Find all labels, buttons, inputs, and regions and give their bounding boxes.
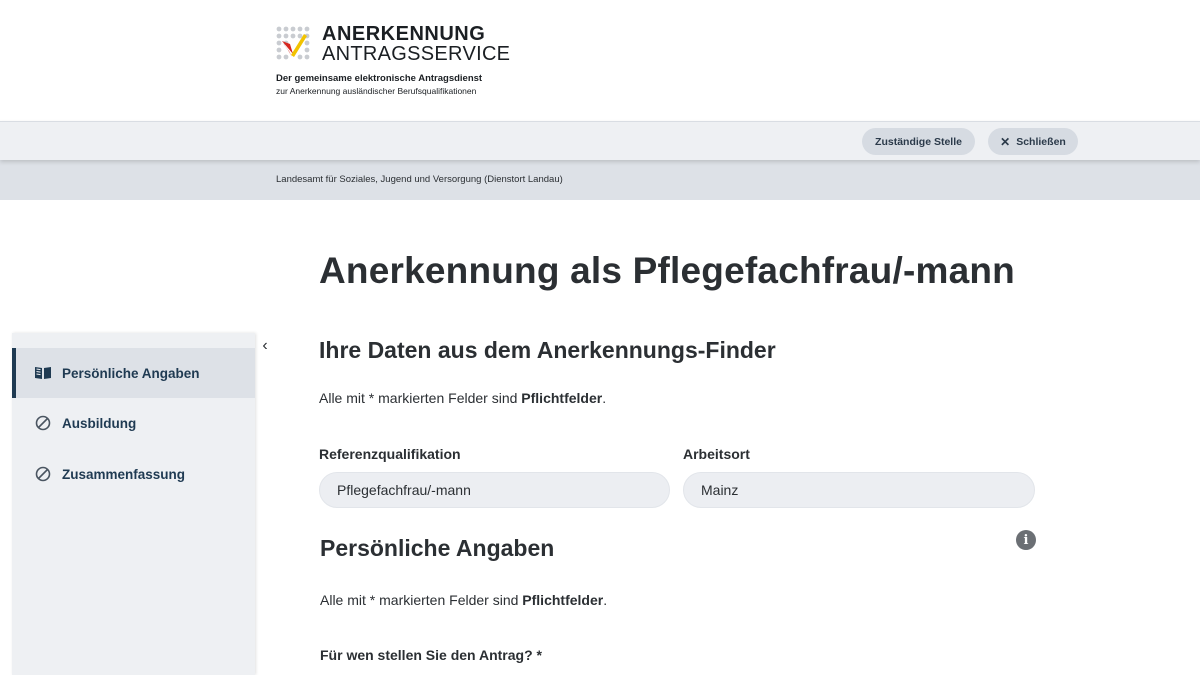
note-bold: Pflichtfelder <box>521 390 603 406</box>
close-icon: ✕ <box>1000 134 1011 149</box>
sidebar-item-label: Persönliche Angaben <box>62 365 200 381</box>
workplace-label: Arbeitsort <box>683 446 750 462</box>
authority-name: Landesamt für Soziales, Jugend und Verso… <box>276 174 563 185</box>
applicant-question-label: Für wen stellen Sie den Antrag? * <box>320 647 542 663</box>
workplace-field[interactable]: Mainz <box>683 472 1035 508</box>
page-title: Anerkennung als Pflegefachfrau/-mann <box>319 250 1015 291</box>
open-book-icon <box>34 365 52 381</box>
close-button-label: Schließen <box>1016 135 1066 148</box>
reference-qualification-label: Referenzqualifikation <box>319 446 461 462</box>
close-button[interactable]: ✕ Schließen <box>988 128 1078 155</box>
finder-section-heading: Ihre Daten aus dem Anerkennungs-Finder <box>319 337 776 363</box>
sidebar-item-persoenliche-angaben[interactable]: Persönliche Angaben <box>12 348 255 398</box>
logo-tagline: Der gemeinsame elektronische Antragsdien… <box>276 73 483 84</box>
note-bold: Pflichtfelder <box>522 592 604 608</box>
logo-check-mark-icon <box>276 26 310 60</box>
reference-qualification-value: Pflegefachfrau/-mann <box>337 482 471 498</box>
top-toolbar: Zuständige Stelle ✕ Schließen <box>0 121 1200 160</box>
sidebar-item-label: Ausbildung <box>62 415 137 431</box>
authority-button[interactable]: Zuständige Stelle <box>862 128 975 155</box>
note-prefix: Alle mit * markierten Felder sind <box>320 592 523 608</box>
not-started-icon <box>34 466 52 482</box>
sidebar-item-label: Zusammenfassung <box>62 466 186 482</box>
not-started-icon <box>34 415 52 431</box>
logo-title-line2: ANTRAGSSERVICE <box>322 43 511 65</box>
note-suffix: . <box>602 390 607 406</box>
required-fields-note: Alle mit * markierten Felder sind Pflich… <box>319 390 606 406</box>
note-prefix: Alle mit * markierten Felder sind <box>319 390 522 406</box>
info-icon[interactable]: i <box>1016 530 1036 550</box>
logo-subtagline: zur Anerkennung ausländischer Berufsqual… <box>276 86 477 96</box>
authority-button-label: Zuständige Stelle <box>875 135 962 148</box>
required-fields-note: Alle mit * markierten Felder sind Pflich… <box>320 592 607 608</box>
sidebar-navigation: Persönliche Angaben Ausbildung Zusammenf… <box>12 333 255 675</box>
reference-qualification-field[interactable]: Pflegefachfrau/-mann <box>319 472 670 508</box>
sidebar-collapse-chevron-left-icon[interactable]: ‹ <box>258 337 272 355</box>
authority-bar: Landesamt für Soziales, Jugend und Verso… <box>0 160 1200 200</box>
personal-section-heading: Persönliche Angaben <box>320 535 555 561</box>
logo-title-line1: ANERKENNUNG <box>322 23 486 45</box>
note-suffix: . <box>603 592 608 608</box>
sidebar-item-zusammenfassung[interactable]: Zusammenfassung <box>12 449 255 499</box>
sidebar-item-ausbildung[interactable]: Ausbildung <box>12 398 255 448</box>
site-header: ANERKENNUNG ANTRAGSSERVICE Der gemeinsam… <box>0 0 1200 121</box>
workplace-value: Mainz <box>701 482 739 498</box>
